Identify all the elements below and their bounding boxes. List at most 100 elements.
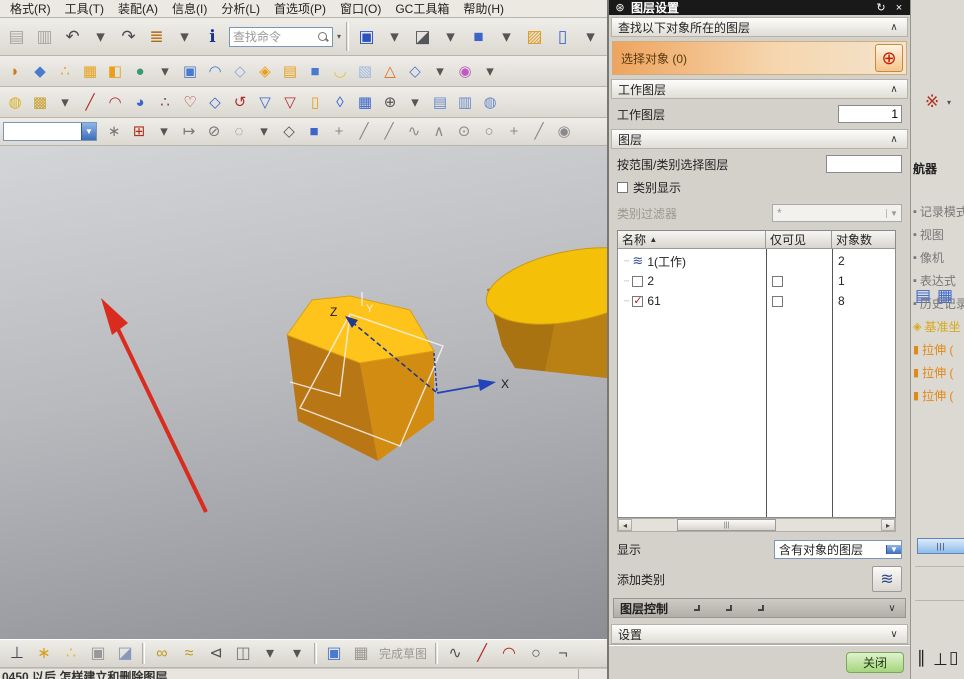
chain-icon[interactable]: ∞: [149, 641, 175, 667]
point-set-icon[interactable]: ∴: [153, 90, 177, 114]
column-header-visible-only[interactable]: 仅可见: [766, 231, 832, 248]
select-object-target-button[interactable]: ⊕: [875, 44, 903, 72]
navigator-item-history[interactable]: ▪ 历史记录: [911, 292, 964, 315]
sketch-arc-icon[interactable]: ◠: [496, 641, 522, 667]
normal-arrow-icon[interactable]: ⊕: [378, 90, 402, 114]
copy-icon[interactable]: ▤: [3, 23, 30, 50]
collapse-chevron-icon[interactable]: ∧: [887, 134, 901, 145]
move-object-icon[interactable]: ◉: [453, 59, 477, 83]
dialog-gear-icon[interactable]: ⊛: [613, 1, 627, 14]
extrude-icon[interactable]: ◆: [28, 59, 52, 83]
revolve-icon[interactable]: ◗: [3, 59, 27, 83]
menu-assembly[interactable]: 装配(A): [118, 0, 158, 17]
pattern-feature-icon[interactable]: ∴: [53, 59, 77, 83]
layer-row-61[interactable]: ┄ 61 8: [618, 291, 895, 311]
more-caret[interactable]: ▾: [284, 641, 310, 667]
key-icon[interactable]: ∗: [31, 641, 57, 667]
menu-analysis[interactable]: 分析(L): [221, 0, 260, 17]
snap-circle-icon[interactable]: ○: [477, 120, 501, 144]
scrollbar-thumb[interactable]: |||: [676, 519, 777, 531]
undo-icon[interactable]: ↶: [59, 23, 86, 50]
find-objects-section-header[interactable]: 查找以下对象所在的图层 ∧: [611, 17, 908, 37]
open-folder-icon[interactable]: ▨: [521, 23, 548, 50]
select-object-row[interactable]: 选择对象 (0) ⊕: [612, 41, 907, 75]
lasso-icon[interactable]: ◌: [227, 120, 251, 144]
balls-icon[interactable]: ∴: [58, 641, 84, 667]
steps-icon[interactable]: ▣: [85, 641, 111, 667]
brush-chain-icon[interactable]: ≈: [176, 641, 202, 667]
menu-preferences[interactable]: 首选项(P): [274, 0, 326, 17]
isometric-cube-icon[interactable]: ■: [465, 23, 492, 50]
menu-window[interactable]: 窗口(O): [340, 0, 381, 17]
dialog-titlebar[interactable]: ⊛ 图层设置 ↻ ×: [609, 0, 910, 15]
sheet-body-icon[interactable]: ▯: [303, 90, 327, 114]
expand-chevron-icon[interactable]: ∨: [887, 629, 901, 640]
layer-control-group-header[interactable]: 图层控制 ∨: [613, 598, 906, 618]
navigator-item-model-views[interactable]: ▪ 视图: [911, 223, 964, 246]
snap-mid-icon[interactable]: ⊘: [202, 120, 226, 144]
pattern-geometry-icon[interactable]: ▦: [78, 59, 102, 83]
scroll-left-arrow[interactable]: ◂: [618, 519, 632, 531]
hole-icon[interactable]: ■: [303, 59, 327, 83]
grid-surface-icon[interactable]: ▦: [353, 90, 377, 114]
parallel-icon[interactable]: ∥: [917, 648, 926, 668]
column-header-name[interactable]: 名称 ▲: [618, 231, 766, 248]
fit-view-icon[interactable]: ▣: [353, 23, 380, 50]
dice-icon[interactable]: ◇: [277, 120, 301, 144]
table-horizontal-scrollbar[interactable]: ◂ ||| ▸: [617, 518, 896, 532]
show-info-icon[interactable]: ⊲: [203, 641, 229, 667]
layer-visible-checkbox[interactable]: [632, 295, 644, 307]
graphics-viewport[interactable]: Y Z X: [0, 146, 607, 639]
sheet-icon[interactable]: ◡: [328, 59, 352, 83]
category-display-checkbox[interactable]: [617, 182, 628, 193]
menu-tools[interactable]: 工具(T): [65, 0, 104, 17]
lasso-caret[interactable]: ▾: [252, 120, 276, 144]
arc-curve-icon[interactable]: ◠: [103, 90, 127, 114]
menu-gc-toolbox[interactable]: GC工具箱: [395, 0, 449, 17]
snap-diag-icon[interactable]: ╱: [527, 120, 551, 144]
settings-section-header[interactable]: 设置 ∨: [611, 624, 908, 644]
sketch-caret[interactable]: ▾: [153, 59, 177, 83]
sheet-trim-icon[interactable]: ◇: [203, 90, 227, 114]
window-caret[interactable]: ▾: [577, 23, 604, 50]
cubes-caret[interactable]: ▾: [257, 641, 283, 667]
chevron-down-icon[interactable]: ▼: [886, 544, 901, 554]
snap-caret[interactable]: ▾: [152, 120, 176, 144]
annotation-caret[interactable]: ▾: [53, 90, 77, 114]
annotation-icon[interactable]: ▩: [28, 90, 52, 114]
unite-icon[interactable]: ◧: [103, 59, 127, 83]
offset-sheet-icon[interactable]: ▽: [278, 90, 302, 114]
column-header-object-count[interactable]: 对象数: [832, 231, 895, 248]
split-body-icon[interactable]: ◇: [228, 59, 252, 83]
swept-icon[interactable]: ◍: [478, 90, 502, 114]
constraint-caret[interactable]: ▾: [947, 98, 951, 107]
work-layer-input[interactable]: [838, 105, 902, 123]
heart-profile-icon[interactable]: ♡: [178, 90, 202, 114]
undo-caret[interactable]: ▾: [87, 23, 114, 50]
selection-filter-caret[interactable]: ▼: [81, 123, 96, 140]
snap-vertex-icon[interactable]: ∧: [427, 120, 451, 144]
snap-point2-icon[interactable]: ◉: [552, 120, 576, 144]
block-icon[interactable]: ▣: [178, 59, 202, 83]
close-button[interactable]: 关闭: [846, 652, 904, 673]
sketch-corner-icon[interactable]: ¬: [550, 641, 576, 667]
frame-icon[interactable]: ▯: [949, 648, 958, 668]
navigator-scrollbar-thumb[interactable]: |||: [917, 538, 964, 554]
menu-format[interactable]: 格式(R): [10, 0, 51, 17]
navigator-item-datum-csys[interactable]: ◈ 基准坐: [911, 315, 964, 338]
snap-center-icon[interactable]: ⊙: [452, 120, 476, 144]
new-sketch-icon[interactable]: ▣: [321, 641, 347, 667]
selection-filter-combo[interactable]: ▼: [3, 122, 97, 141]
perpendicular-icon[interactable]: ⊥: [933, 650, 948, 670]
swap-face-icon[interactable]: ◊: [328, 90, 352, 114]
wireframe-cube-icon[interactable]: ◇: [403, 59, 427, 83]
move-caret[interactable]: ▾: [478, 59, 502, 83]
curl-icon[interactable]: ↺: [228, 90, 252, 114]
navigator-item-extrude-1[interactable]: ▮ 拉伸 (: [911, 338, 964, 361]
collapse-chevron-icon[interactable]: ∧: [887, 84, 901, 95]
navigator-item-extrude-2[interactable]: ▮ 拉伸 (: [911, 361, 964, 384]
show-dropdown[interactable]: 含有对象的图层 ▼: [774, 539, 902, 559]
find-command-caret[interactable]: ▾: [336, 23, 343, 50]
expand-chevron-icon[interactable]: ∨: [885, 603, 899, 614]
snap-point-icon[interactable]: ⊞: [127, 120, 151, 144]
